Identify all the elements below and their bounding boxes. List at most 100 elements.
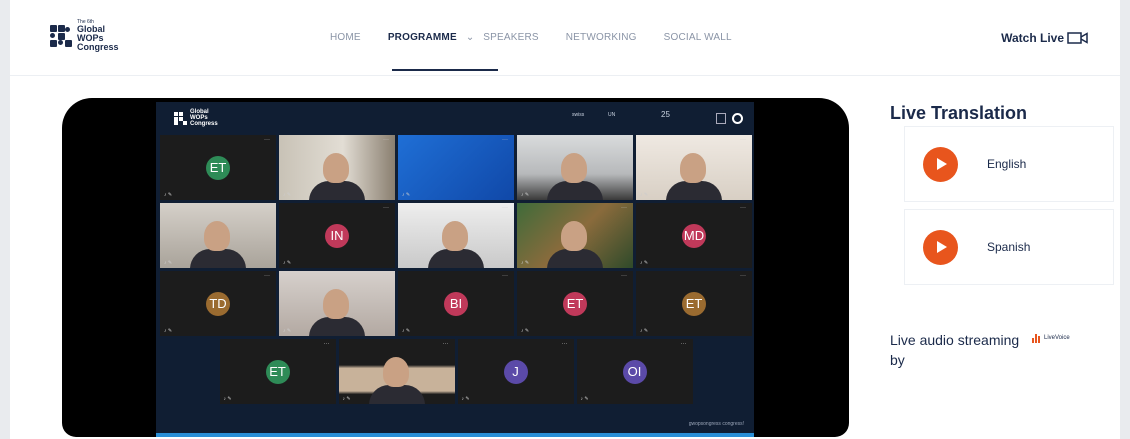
- main-nav: HOME PROGRAMME ⌄ SPEAKERS NETWORKING SOC…: [330, 32, 759, 43]
- nav-social-wall[interactable]: SOCIAL WALL: [664, 32, 732, 43]
- nav-home[interactable]: HOME: [330, 32, 361, 43]
- site-header: The 6th Global WOPs Congress HOME PROGRA…: [10, 0, 1120, 76]
- congress-logo[interactable]: The 6th Global WOPs Congress: [50, 20, 119, 52]
- video-player[interactable]: Global WOPs Congress swiss UN 25 ET ··· ♪ …: [62, 98, 849, 437]
- participant-tile: ET ··· ♪ ✎: [160, 135, 276, 200]
- participant-tile: ··· ♪ ✎: [279, 271, 395, 336]
- participant-silhouette: [204, 221, 230, 251]
- more-options-icon[interactable]: ···: [264, 205, 270, 211]
- more-options-icon[interactable]: ···: [264, 137, 270, 143]
- mic-status-icon: ♪ ✎: [223, 396, 232, 402]
- livevoice-logo[interactable]: LiveVoice: [1032, 333, 1070, 343]
- mic-status-icon: ♪ ✎: [164, 192, 173, 198]
- participant-tile: ··· ♪ ✎: [636, 135, 752, 200]
- mic-status-icon: ♪ ✎: [461, 396, 470, 402]
- mic-status-icon: ♪ ✎: [283, 328, 292, 334]
- nav-speakers[interactable]: SPEAKERS: [483, 32, 539, 43]
- nav-active-underline: [392, 69, 498, 71]
- sponsor-logo-un: UN: [608, 112, 616, 118]
- watch-live-label: Watch Live: [1001, 31, 1064, 45]
- more-options-icon[interactable]: ···: [383, 137, 389, 143]
- mic-status-icon: ♪ ✎: [521, 192, 530, 198]
- mic-status-icon: ♪ ✎: [342, 396, 351, 402]
- watch-live-button[interactable]: Watch Live: [1001, 31, 1089, 45]
- participant-tile: TD ··· ♪ ✎: [160, 271, 276, 336]
- more-options-icon[interactable]: ···: [681, 341, 687, 347]
- participant-avatar: ET: [265, 359, 290, 384]
- participant-silhouette: [323, 153, 349, 183]
- more-options-icon[interactable]: ···: [621, 137, 627, 143]
- mic-status-icon: ♪ ✎: [640, 260, 649, 266]
- livevoice-bars-icon: [1032, 333, 1041, 343]
- participant-avatar: BI: [444, 291, 468, 316]
- nav-networking[interactable]: NETWORKING: [566, 32, 637, 43]
- logo-text: The 6th Global WOPs Congress: [77, 20, 119, 52]
- meeting-stage: Global WOPs Congress swiss UN 25 ET ··· ♪ …: [156, 102, 754, 437]
- participant-avatar: ET: [682, 291, 706, 316]
- more-options-icon[interactable]: ···: [383, 273, 389, 279]
- participant-avatar: TD: [206, 291, 230, 316]
- video-camera-icon: [1067, 32, 1088, 44]
- mic-status-icon: ♪ ✎: [402, 260, 411, 266]
- play-icon[interactable]: [923, 230, 958, 265]
- language-label: English: [987, 157, 1027, 171]
- stage-footer-text: gwopsongress congress!: [688, 421, 744, 427]
- participant-avatar: J: [503, 359, 528, 384]
- mic-status-icon: ♪ ✎: [283, 192, 292, 198]
- participant-avatar: MD: [682, 223, 706, 248]
- more-options-icon[interactable]: ···: [502, 137, 508, 143]
- participant-body: [190, 249, 246, 268]
- participant-tile: ··· ♪ ✎: [398, 135, 514, 200]
- stage-top-bar: Global WOPs Congress swiss UN 25: [156, 102, 754, 134]
- more-options-icon[interactable]: ···: [562, 341, 568, 347]
- participant-avatar: IN: [325, 223, 349, 248]
- participant-silhouette: [442, 221, 468, 251]
- nav-programme[interactable]: PROGRAMME: [388, 32, 457, 43]
- mic-status-icon: ♪ ✎: [283, 260, 292, 266]
- participant-avatar: OI: [622, 359, 647, 384]
- stage-logo-line-3: Congress: [190, 121, 218, 127]
- participant-tile: J ··· ♪ ✎: [457, 339, 574, 404]
- participant-tile: ··· ♪ ✎: [160, 203, 276, 268]
- chevron-down-icon[interactable]: ⌄: [466, 32, 474, 43]
- language-option-spanish[interactable]: Spanish: [904, 209, 1114, 285]
- language-label: Spanish: [987, 240, 1031, 254]
- participant-video: [517, 135, 633, 200]
- participant-video: [279, 271, 395, 336]
- play-icon[interactable]: [923, 147, 958, 182]
- logo-mark-icon: [50, 25, 72, 47]
- mic-status-icon: ♪ ✎: [580, 396, 589, 402]
- participant-video: [279, 135, 395, 200]
- more-options-icon[interactable]: ···: [324, 341, 330, 347]
- participant-tile: ··· ♪ ✎: [338, 339, 455, 404]
- participant-avatar: ET: [563, 291, 587, 316]
- more-options-icon[interactable]: ···: [383, 205, 389, 211]
- more-options-icon[interactable]: ···: [740, 205, 746, 211]
- stage-logo: Global WOPs Congress: [174, 109, 218, 127]
- participant-body: [547, 249, 603, 268]
- participant-video: [398, 135, 514, 200]
- more-options-icon[interactable]: ···: [502, 205, 508, 211]
- participant-tile: OI ··· ♪ ✎: [576, 339, 693, 404]
- participant-tile: ··· ♪ ✎: [517, 135, 633, 200]
- participant-silhouette: [561, 221, 587, 251]
- participant-body: [547, 181, 603, 200]
- more-options-icon[interactable]: ···: [740, 273, 746, 279]
- participant-tile: IN ··· ♪ ✎: [279, 203, 395, 268]
- more-options-icon[interactable]: ···: [502, 273, 508, 279]
- more-options-icon[interactable]: ···: [621, 273, 627, 279]
- more-options-icon[interactable]: ···: [264, 273, 270, 279]
- live-translation-title: Live Translation: [890, 103, 1028, 123]
- livevoice-label: LiveVoice: [1044, 335, 1070, 341]
- mic-status-icon: ♪ ✎: [640, 192, 649, 198]
- logo-line-congress: Congress: [77, 42, 119, 52]
- more-options-icon[interactable]: ···: [621, 205, 627, 211]
- participant-tile: MD ··· ♪ ✎: [636, 203, 752, 268]
- language-option-english[interactable]: English: [904, 126, 1114, 202]
- more-options-icon[interactable]: ···: [740, 137, 746, 143]
- participant-body: [368, 385, 425, 404]
- stage-logo-mark-icon: [174, 111, 187, 125]
- mic-status-icon: ♪ ✎: [402, 328, 411, 334]
- participant-video: [398, 203, 514, 268]
- more-options-icon[interactable]: ···: [443, 341, 449, 347]
